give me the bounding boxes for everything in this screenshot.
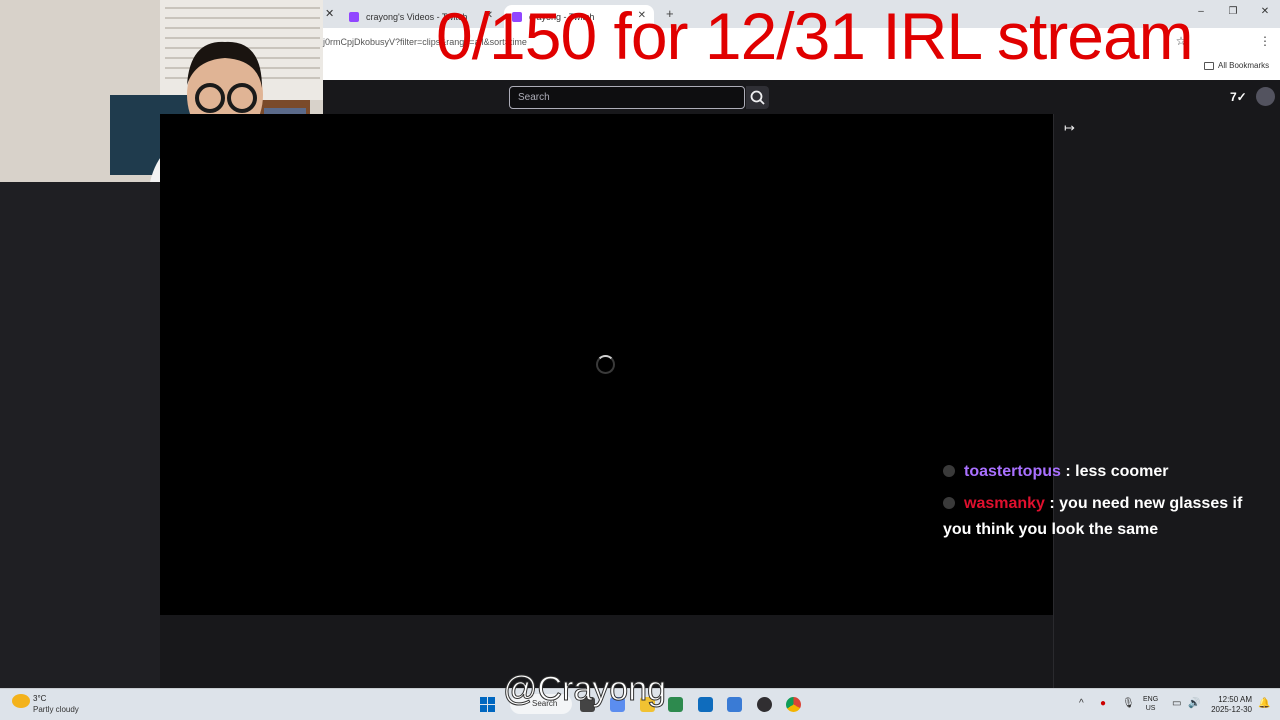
chat-message: wasmanky : you need new glasses if you t… xyxy=(943,491,1263,543)
app-icon[interactable] xyxy=(668,697,683,712)
twitch-icon xyxy=(349,11,359,22)
network-icon[interactable]: ● xyxy=(1100,698,1106,709)
lang-bottom: US xyxy=(1145,705,1156,712)
chat-message: toastertopus : less coomer xyxy=(943,459,1263,485)
store-icon[interactable] xyxy=(698,697,713,712)
start-button[interactable] xyxy=(480,697,495,712)
side-nav xyxy=(0,182,160,688)
close-window-icon[interactable]: ✕ xyxy=(1255,6,1275,17)
search-icon xyxy=(750,90,765,105)
weather-desc[interactable]: Partly cloudy xyxy=(33,705,79,714)
stream-goal-overlay: 0/150 for 12/31 IRL stream xyxy=(436,0,1194,73)
chat-username: wasmanky xyxy=(964,495,1045,512)
all-bookmarks-button[interactable]: All Bookmarks xyxy=(1204,61,1269,70)
close-icon[interactable]: ✕ xyxy=(325,7,334,20)
turbo-icon[interactable]: 7✓ xyxy=(1230,90,1247,104)
chat-badge-icon xyxy=(943,497,955,509)
collapse-chat-icon[interactable]: ↦ xyxy=(1064,120,1075,136)
clock-date: 2025-12-30 xyxy=(1211,705,1252,714)
search-input[interactable]: Search xyxy=(509,86,745,109)
microphone-icon[interactable]: 🎙 xyxy=(1122,698,1135,709)
lang-top: ENG xyxy=(1143,696,1159,703)
chat-badge-icon xyxy=(943,465,955,477)
all-bookmarks-label: All Bookmarks xyxy=(1218,61,1270,70)
chat-panel xyxy=(1053,114,1280,688)
language-indicator[interactable]: ENG US xyxy=(1143,695,1158,713)
weather-temp[interactable]: 3°C xyxy=(33,694,46,703)
volume-icon[interactable]: 🔊 xyxy=(1188,698,1200,709)
obs-icon[interactable] xyxy=(757,697,772,712)
avatar[interactable] xyxy=(1256,87,1275,106)
search-button[interactable] xyxy=(746,86,769,109)
clock-time: 12:50 AM xyxy=(1218,695,1252,704)
twitch-top-nav xyxy=(323,80,1280,114)
mail-icon[interactable] xyxy=(727,697,742,712)
watermark: @Crayong xyxy=(502,670,667,709)
chat-text: : less coomer xyxy=(1060,463,1169,480)
menu-icon[interactable]: ⋮ xyxy=(1258,34,1272,48)
weather-icon[interactable] xyxy=(12,694,30,708)
restore-icon[interactable]: ❐ xyxy=(1223,6,1243,17)
minimize-icon[interactable]: – xyxy=(1191,6,1211,17)
loading-spinner-icon xyxy=(596,355,615,374)
chat-username: toastertopus xyxy=(964,463,1061,480)
notification-icon[interactable]: 🔔 xyxy=(1258,698,1270,709)
display-icon[interactable]: ▭ xyxy=(1172,698,1181,709)
folder-icon xyxy=(1204,61,1214,70)
show-hidden-icons-icon[interactable]: ^ xyxy=(1079,698,1084,709)
clock[interactable]: 12:50 AM 2025-12-30 xyxy=(1206,695,1252,715)
chrome-icon[interactable] xyxy=(786,697,801,712)
